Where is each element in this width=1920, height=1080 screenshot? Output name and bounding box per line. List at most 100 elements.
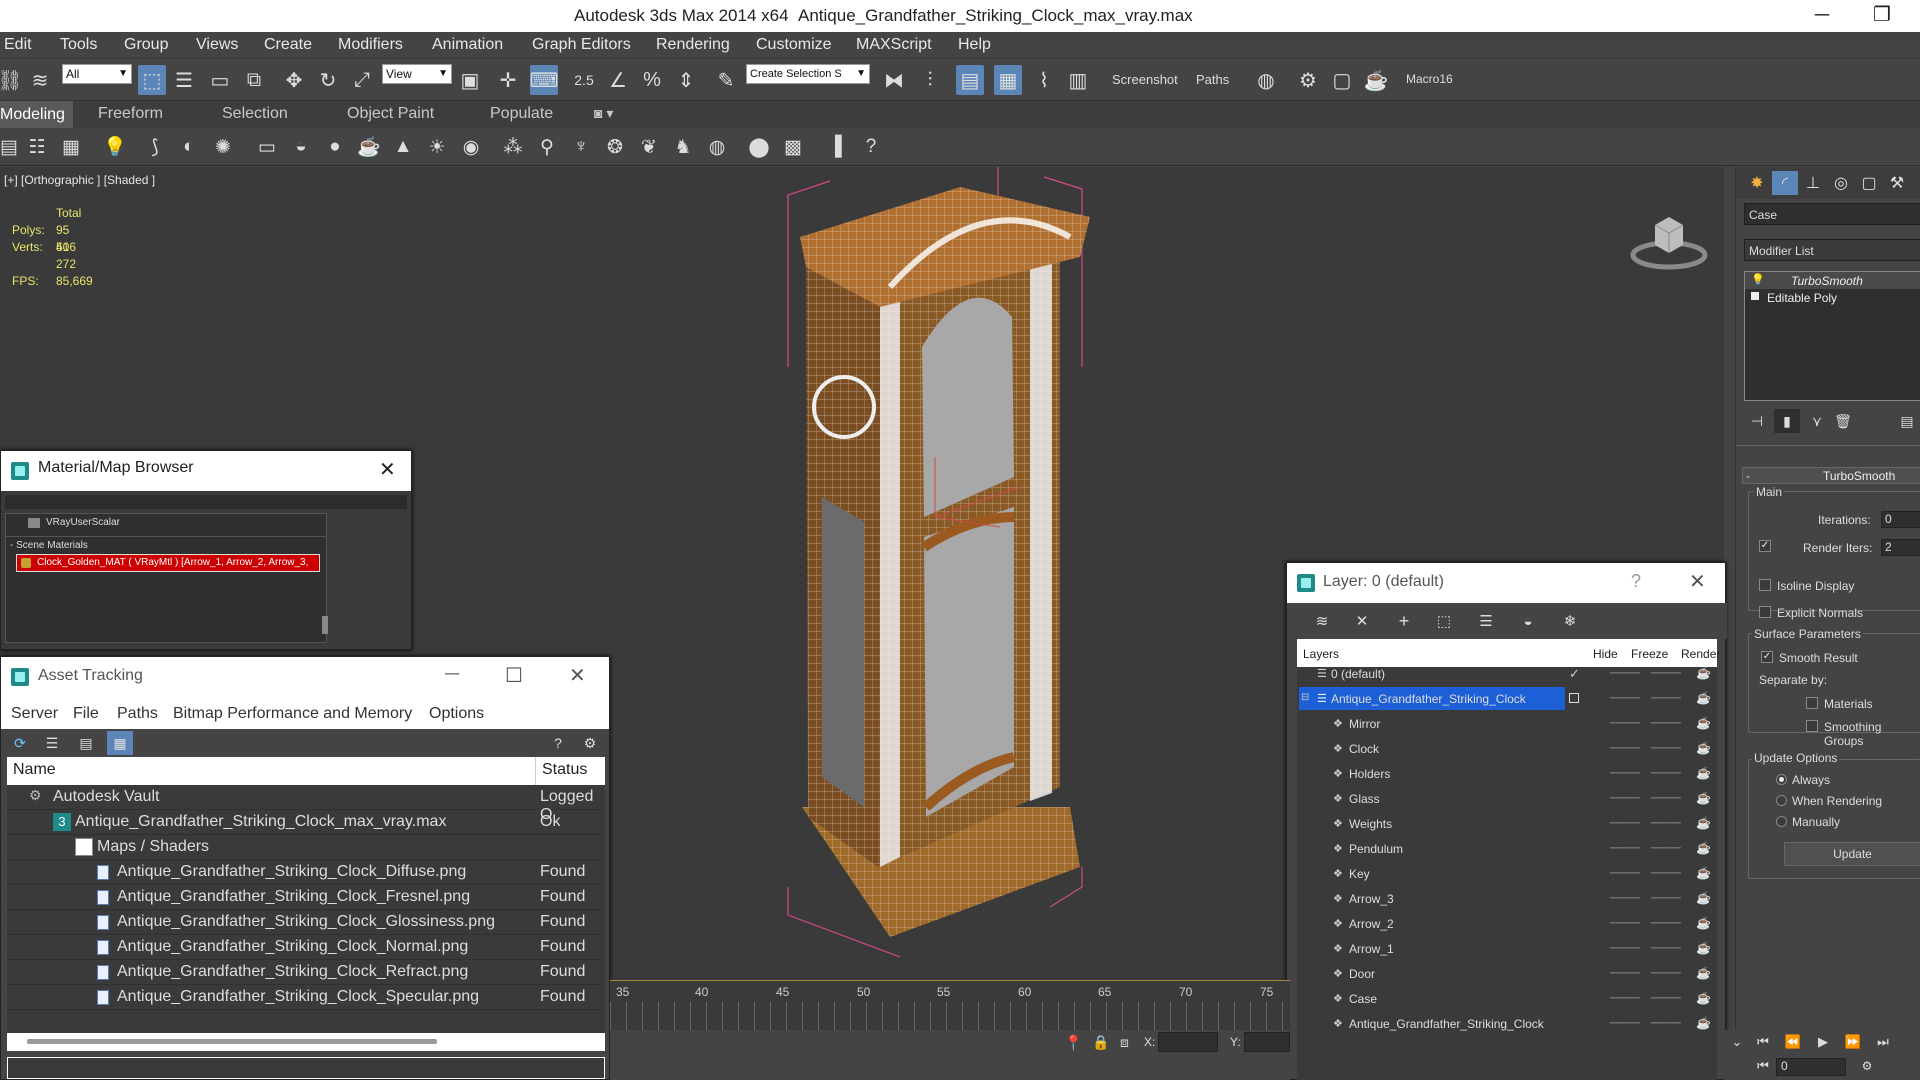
hide-toggle[interactable]: ─── — [1610, 789, 1640, 805]
layer-icon[interactable]: ▤ — [0, 135, 22, 159]
hierarchy-tab-icon[interactable]: ⊥ — [1800, 171, 1826, 195]
hide-all-icon[interactable]: ◒ — [1515, 609, 1541, 633]
list-item[interactable]: ☰ 0 (default) ✓ ─── ─── ☕ — [1297, 667, 1717, 686]
freeze-toggle[interactable]: ─── — [1651, 764, 1681, 780]
pin-icon[interactable]: 📍 — [1064, 1034, 1083, 1052]
minimize-button[interactable]: ─ — [1802, 2, 1842, 30]
modifier-list-dropdown[interactable]: Modifier List — [1744, 239, 1920, 261]
expand-icon[interactable] — [1751, 292, 1759, 300]
plane-icon[interactable]: ▭ — [254, 135, 280, 159]
x-coordinate-field[interactable] — [1158, 1032, 1218, 1052]
menu-views[interactable]: Views — [196, 36, 238, 54]
new-layer-icon[interactable]: ≋ — [1309, 609, 1335, 633]
hide-toggle[interactable]: ─── — [1610, 939, 1640, 955]
col-freeze[interactable]: Freeze — [1631, 647, 1668, 661]
menu-modifiers[interactable]: Modifiers — [338, 36, 403, 54]
hide-toggle[interactable]: ─── — [1610, 714, 1640, 730]
list-item[interactable]: ❖ Case ─── ─── ☕ — [1297, 986, 1717, 1011]
lightbulb-icon[interactable]: 💡 — [1751, 273, 1765, 286]
table-row[interactable]: Antique_Grandfather_Striking_Clock_Norma… — [7, 935, 603, 960]
play-icon[interactable]: ▶ — [1810, 1030, 1836, 1054]
show-end-result-icon[interactable]: ▮ — [1774, 409, 1800, 433]
hemisphere-icon[interactable]: ◒ — [288, 135, 314, 159]
hide-toggle[interactable]: ─── — [1610, 739, 1640, 755]
grid-icon[interactable]: ⁂ — [500, 135, 526, 159]
table-row[interactable]: Maps / Shaders — [7, 835, 603, 860]
freeze-toggle[interactable]: ─── — [1651, 789, 1681, 805]
update-button[interactable]: Update — [1784, 842, 1920, 866]
render-grid-icon[interactable]: ▩ — [780, 135, 806, 159]
move-icon[interactable]: ✥ — [280, 65, 308, 95]
smoothing-groups-checkbox[interactable] — [1806, 720, 1818, 732]
scene-explorer-icon[interactable]: ☷ — [24, 135, 50, 159]
scrollbar[interactable] — [322, 616, 328, 634]
ribbon-toggle-icon[interactable]: ▦ — [994, 65, 1022, 95]
percent-snap-icon[interactable]: % — [638, 65, 666, 95]
render-teapot-icon[interactable]: ☕ — [1696, 1016, 1711, 1030]
table-row[interactable]: Antique_Grandfather_Striking_Clock_Diffu… — [7, 860, 603, 885]
turbosmooth-rollout-header[interactable]: - TurboSmooth — [1742, 467, 1920, 484]
freeze-toggle[interactable]: ─── — [1651, 814, 1681, 830]
table-view-icon[interactable]: ▦ — [107, 731, 133, 755]
explicit-normals-checkbox[interactable] — [1759, 606, 1771, 618]
render-teapot-icon[interactable]: ☕ — [1696, 816, 1711, 830]
absolute-mode-icon[interactable]: ⧈ — [1120, 1034, 1129, 1051]
edit-named-selection-icon[interactable]: ✎ — [712, 65, 740, 95]
render-teapot-icon[interactable]: ☕ — [1696, 941, 1711, 955]
menu-create[interactable]: Create — [264, 36, 312, 54]
render-teapot-icon[interactable]: ☕ — [1696, 891, 1711, 905]
pin-stack-icon[interactable]: ⊣ — [1744, 409, 1770, 433]
hide-toggle[interactable]: ─── — [1610, 814, 1640, 830]
utilities-tab-icon[interactable]: ⚒ — [1884, 171, 1910, 195]
lock-icon[interactable]: 🔒 — [1092, 1034, 1109, 1051]
key-mode-icon[interactable]: ⏮ — [1750, 1054, 1776, 1078]
col-name-header[interactable]: Name — [13, 761, 56, 779]
select-by-name-icon[interactable]: ☰ — [170, 65, 198, 95]
render-teapot-icon[interactable]: ☕ — [1696, 691, 1711, 705]
menu-edit[interactable]: Edit — [4, 36, 32, 54]
y-coordinate-field[interactable] — [1244, 1032, 1290, 1052]
create-tab-icon[interactable]: ✸ — [1744, 171, 1770, 195]
freeze-toggle[interactable]: ─── — [1651, 914, 1681, 930]
list-item[interactable]: ❖ Clock ─── ─── ☕ — [1297, 736, 1717, 761]
render-teapot-icon[interactable]: ☕ — [1696, 966, 1711, 980]
thumbnail-view-icon[interactable]: ▤ — [73, 731, 99, 755]
time-config-icon[interactable]: ⚙ — [1854, 1054, 1880, 1078]
snap-toggle-icon[interactable]: 2.5 — [570, 65, 598, 95]
smooth-result-checkbox[interactable]: ✓ — [1761, 651, 1773, 663]
render-teapot-icon[interactable]: ☕ — [1696, 791, 1711, 805]
at-menu-paths[interactable]: Paths — [117, 705, 158, 723]
display-tab-icon[interactable]: ▢ — [1856, 171, 1882, 195]
material-browser-search[interactable] — [5, 495, 407, 509]
at-menu-options[interactable]: Options — [429, 705, 484, 723]
light-bulb-icon[interactable]: 💡 — [102, 135, 128, 159]
pivot-center-icon[interactable]: ▣ — [456, 65, 484, 95]
menu-help[interactable]: Help — [958, 36, 991, 54]
freeze-toggle[interactable]: ─── — [1651, 989, 1681, 1005]
list-item[interactable]: ❖ Key ─── ─── ☕ — [1297, 861, 1717, 886]
restore-button[interactable]: ❐ — [1862, 2, 1902, 30]
table-row[interactable]: Antique_Grandfather_Striking_Clock_Fresn… — [7, 885, 603, 910]
always-radio[interactable] — [1776, 774, 1787, 785]
at-menu-server[interactable]: Server — [11, 705, 58, 723]
list-item[interactable]: ❖ Mirror ─── ─── ☕ — [1297, 711, 1717, 736]
list-item[interactable]: ❖ Door ─── ─── ☕ — [1297, 961, 1717, 986]
hide-toggle[interactable]: ─── — [1610, 989, 1640, 1005]
hf-icon[interactable]: ♞ — [670, 135, 696, 159]
fur-icon[interactable]: ♆ — [568, 135, 594, 159]
hide-toggle[interactable]: ─── — [1610, 764, 1640, 780]
time-slider-ruler[interactable]: 35 40 45 50 55 60 65 70 75 — [610, 980, 1290, 1002]
spinner-snap-icon[interactable]: ⇕ — [672, 65, 700, 95]
list-item[interactable]: ❖ Glass ─── ─── ☕ — [1297, 786, 1717, 811]
configure-sets-icon[interactable]: ▤ — [1894, 409, 1920, 433]
spline-icon[interactable]: ⟆ — [142, 135, 168, 159]
go-to-end-icon[interactable]: ⏭ — [1870, 1030, 1896, 1054]
material-ball-icon[interactable]: ⬤ — [746, 135, 772, 159]
close-icon[interactable]: ✕ — [1689, 569, 1706, 594]
rotate-icon[interactable]: ↻ — [314, 65, 342, 95]
tab-selection[interactable]: Selection — [222, 105, 288, 123]
rect-selection-icon[interactable]: ▭ — [206, 65, 234, 95]
modifier-stack-item[interactable]: Editable Poly — [1745, 289, 1920, 306]
tab-populate[interactable]: Populate — [490, 105, 553, 123]
sphere-icon[interactable]: ● — [322, 135, 348, 159]
